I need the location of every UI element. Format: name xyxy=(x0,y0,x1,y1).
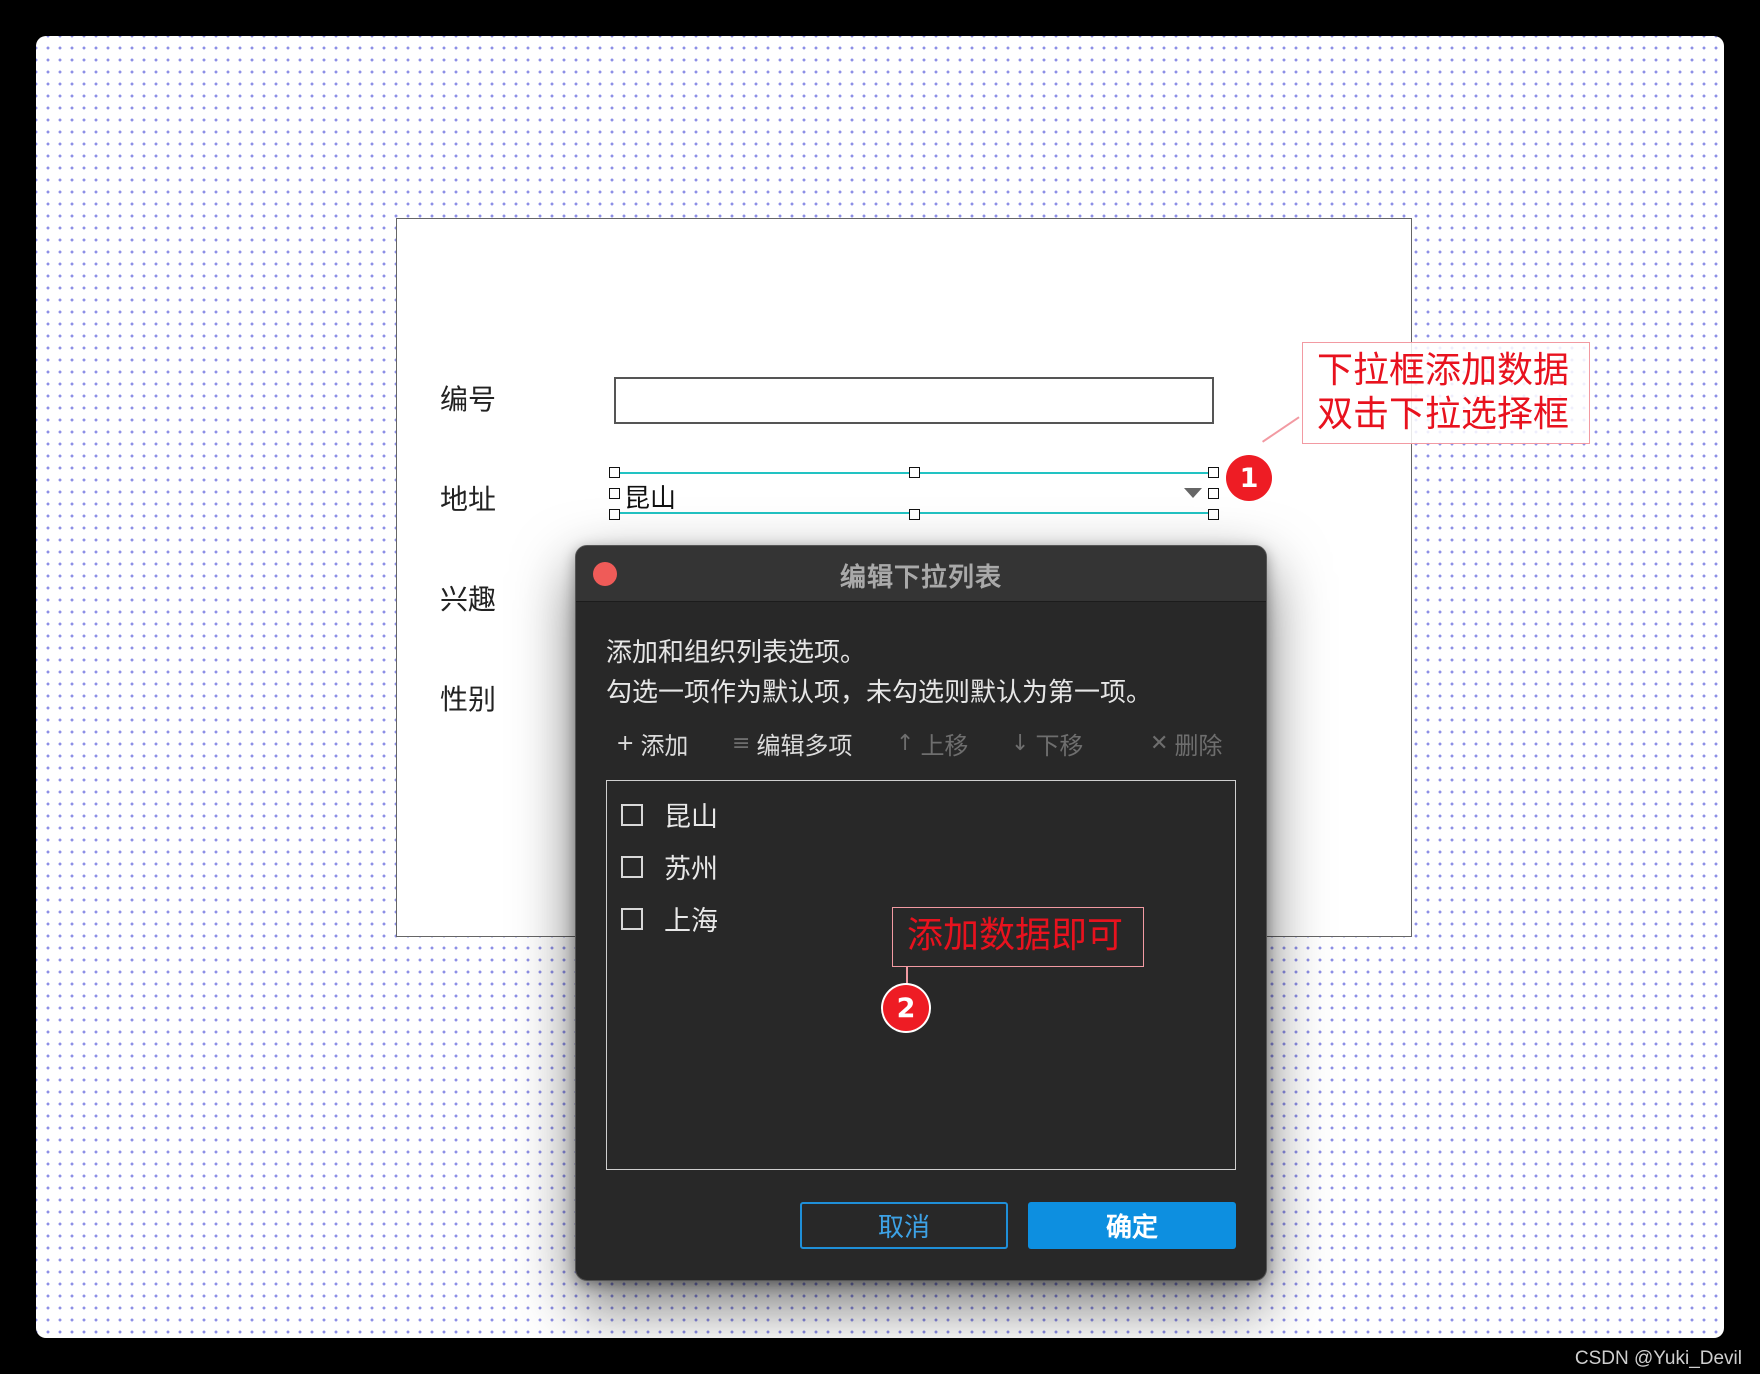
resize-handle[interactable] xyxy=(1208,467,1219,478)
callout-1-line-1: 下拉框添加数据 xyxy=(1317,350,1570,391)
resize-handle[interactable] xyxy=(1208,509,1219,520)
resize-handle[interactable] xyxy=(1208,488,1219,499)
resize-handle[interactable] xyxy=(909,467,920,478)
add-label: 添加 xyxy=(640,732,689,760)
arrow-down-icon: ↓ xyxy=(1011,731,1030,756)
edit-multiple-label: 编辑多项 xyxy=(756,732,853,760)
dropdown-value: 昆山 xyxy=(624,484,677,514)
callout-1: 下拉框添加数据 双击下拉选择框 xyxy=(1302,342,1590,444)
dialog-desc-line-1: 添加和组织列表选项。 xyxy=(606,638,867,668)
callout-1-line-2: 双击下拉选择框 xyxy=(1317,394,1570,435)
address-dropdown[interactable]: 昆山 xyxy=(614,472,1214,514)
list-item[interactable]: 上海 xyxy=(621,899,718,938)
delete-label: 删除 xyxy=(1174,732,1223,760)
resize-handle[interactable] xyxy=(609,509,620,520)
label-address: 地址 xyxy=(440,483,497,516)
checkbox[interactable] xyxy=(621,803,643,826)
dropdown-arrow-icon[interactable] xyxy=(1184,488,1202,498)
resize-handle[interactable] xyxy=(609,467,620,478)
checkbox[interactable] xyxy=(621,855,643,878)
dialog-desc-line-2: 勾选一项作为默认项，未勾选则默认为第一项。 xyxy=(606,678,1153,708)
edit-multiple-button[interactable]: ≡ 编辑多项 xyxy=(732,726,852,761)
delete-button[interactable]: ✕ 删除 xyxy=(1150,726,1222,761)
label-interest: 兴趣 xyxy=(440,583,497,616)
move-down-button[interactable]: ↓ 下移 xyxy=(1011,726,1083,761)
arrow-up-icon: ↑ xyxy=(896,731,915,756)
plus-icon: + xyxy=(616,731,635,756)
cancel-button[interactable]: 取消 xyxy=(800,1202,1008,1249)
list-item-label: 昆山 xyxy=(664,802,718,833)
list-item[interactable]: 昆山 xyxy=(621,795,718,834)
add-button[interactable]: + 添加 xyxy=(616,726,688,761)
dialog-title: 编辑下拉列表 xyxy=(839,563,1002,593)
dialog-titlebar[interactable]: 编辑下拉列表 xyxy=(576,546,1266,602)
step-badge-1: 1 xyxy=(1226,455,1272,501)
move-up-button[interactable]: ↑ 上移 xyxy=(896,726,968,761)
number-input[interactable] xyxy=(614,377,1214,424)
label-gender: 性别 xyxy=(440,683,497,716)
checkbox[interactable] xyxy=(621,907,643,930)
ok-button[interactable]: 确定 xyxy=(1028,1202,1236,1249)
label-number: 编号 xyxy=(440,383,497,416)
option-list[interactable]: 昆山 苏州 上海 xyxy=(606,780,1236,1170)
list-icon: ≡ xyxy=(732,731,751,756)
callout-2: 添加数据即可 xyxy=(892,907,1144,967)
move-down-label: 下移 xyxy=(1035,732,1084,760)
step-badge-2: 2 xyxy=(883,985,929,1031)
resize-handle[interactable] xyxy=(909,509,920,520)
resize-handle[interactable] xyxy=(609,488,620,499)
close-x-icon: ✕ xyxy=(1150,731,1169,756)
list-item-label: 苏州 xyxy=(664,854,718,885)
list-item[interactable]: 苏州 xyxy=(621,847,718,886)
move-up-label: 上移 xyxy=(920,732,969,760)
list-item-label: 上海 xyxy=(664,906,718,937)
watermark: CSDN @Yuki_Devil xyxy=(1574,1348,1742,1369)
